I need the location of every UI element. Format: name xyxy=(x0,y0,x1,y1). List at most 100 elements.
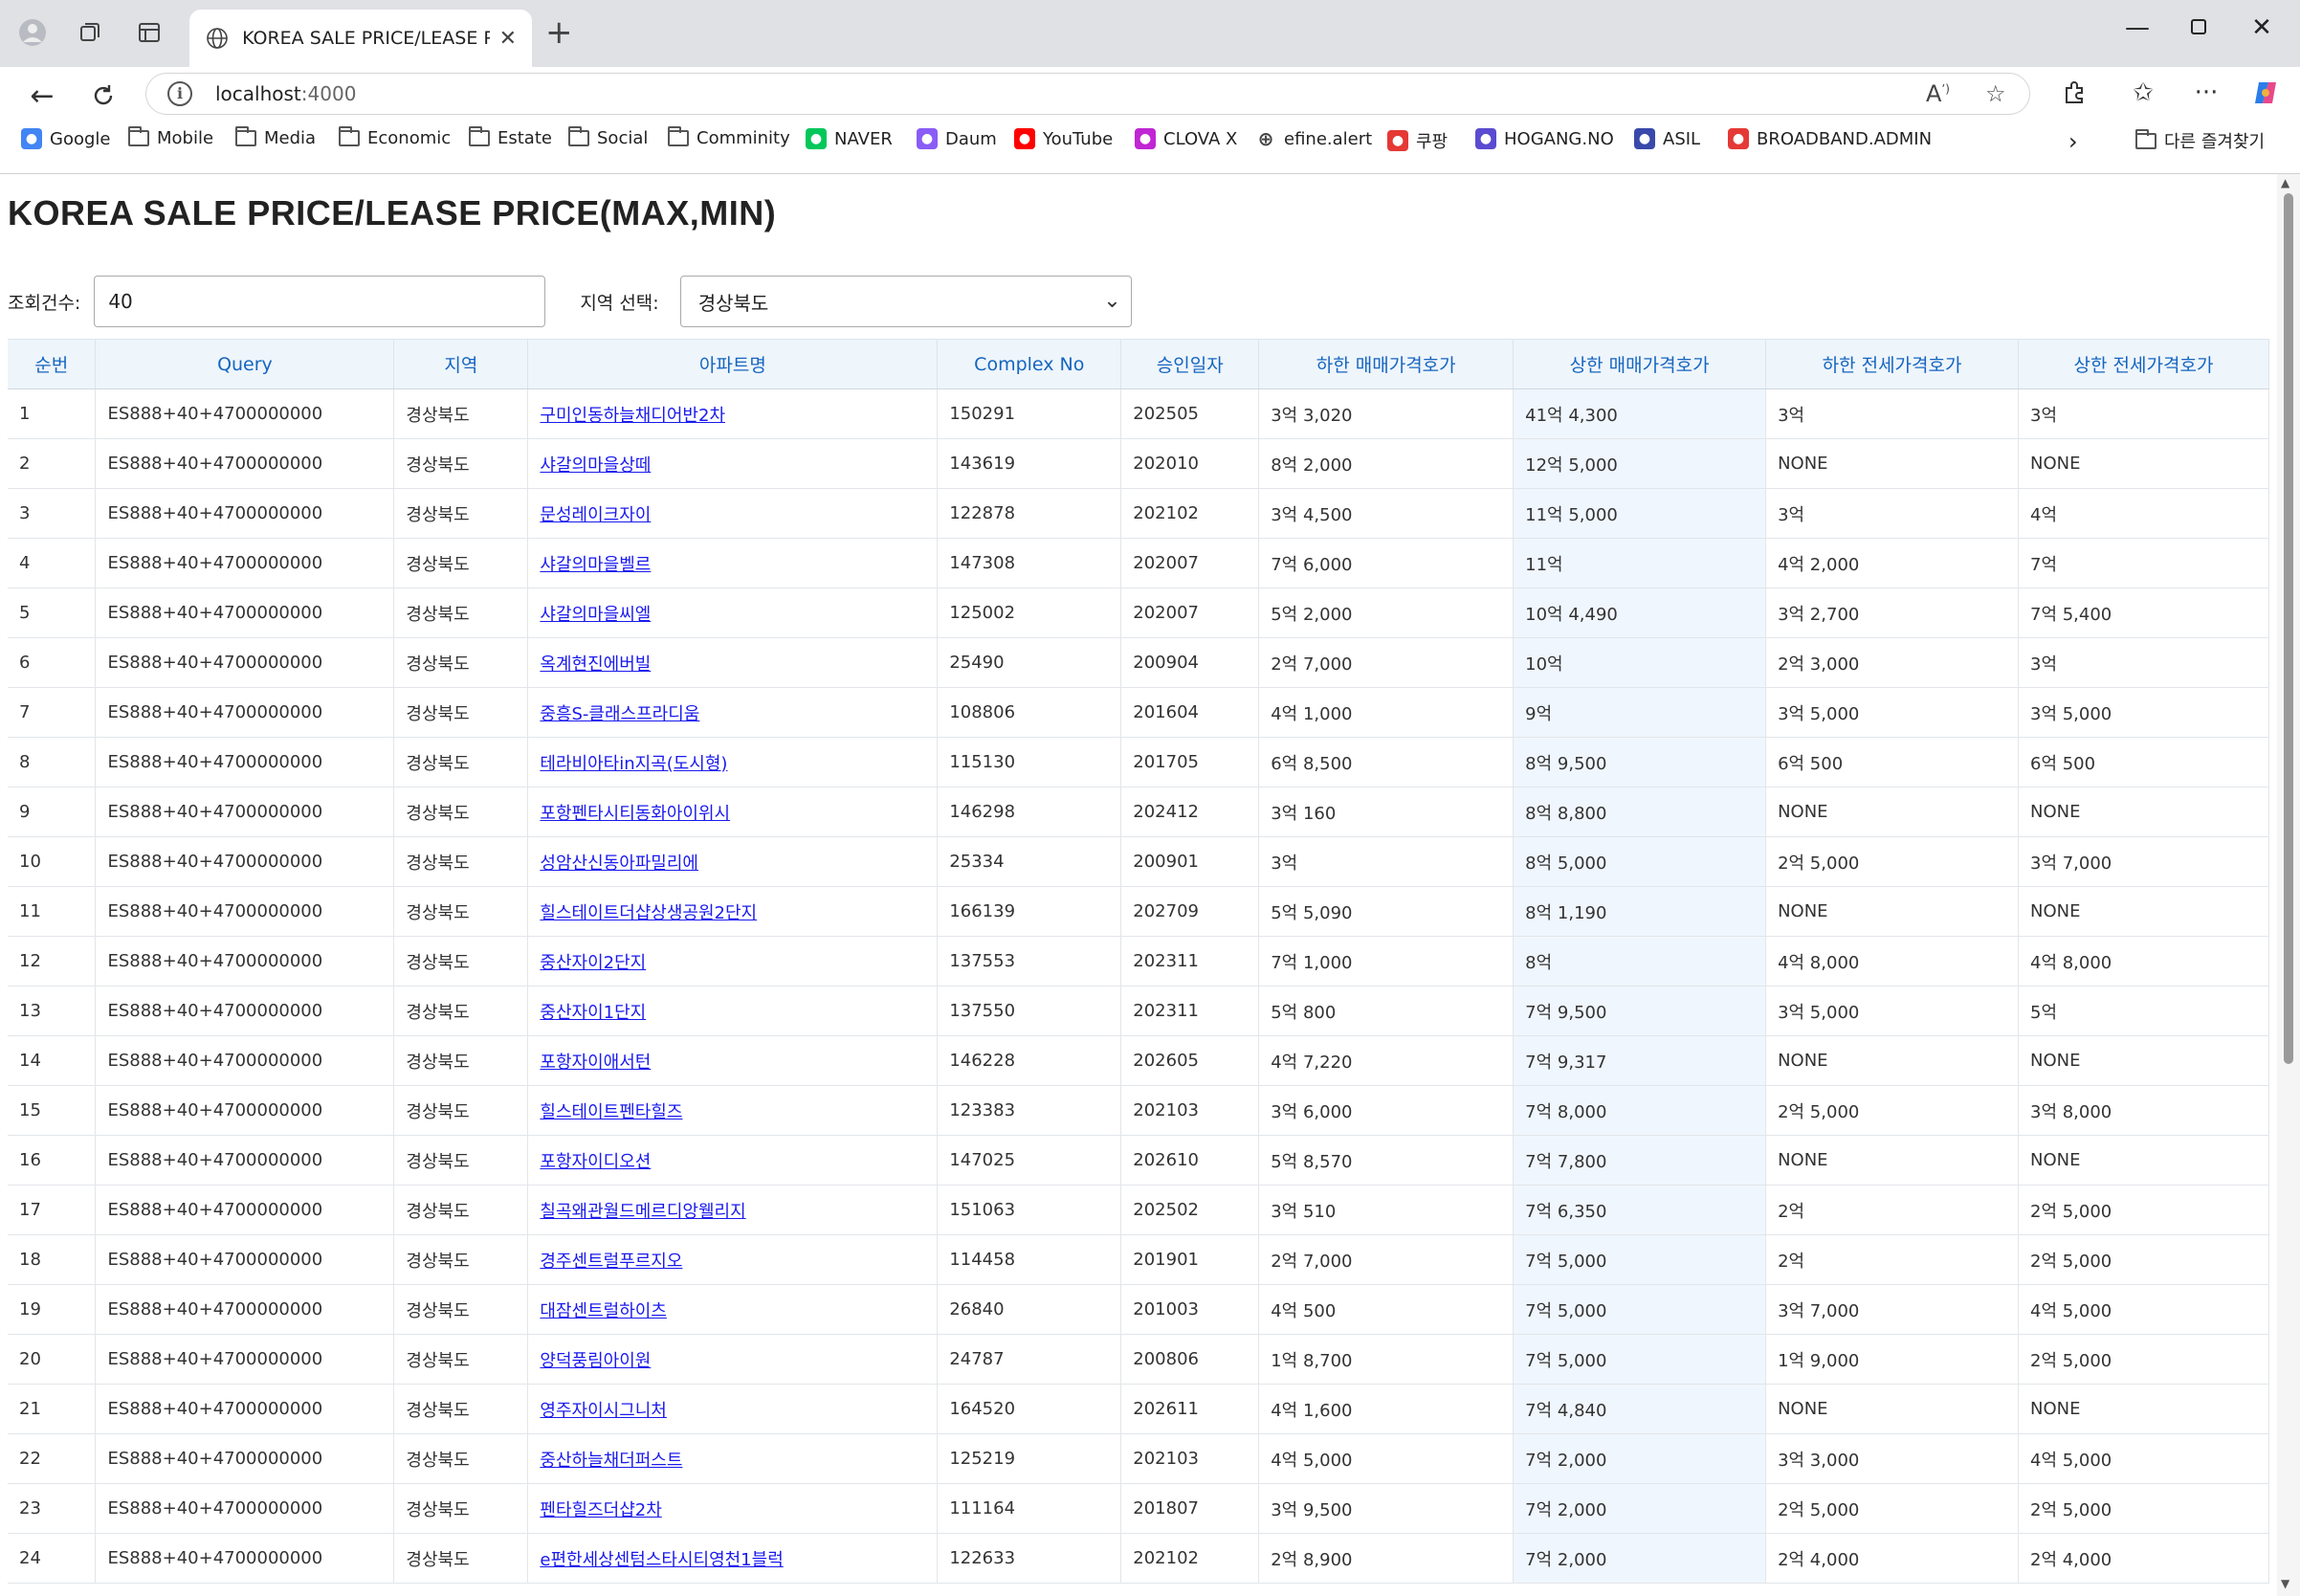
page-scrollbar[interactable]: ▲ ▼ xyxy=(2277,174,2300,1596)
bookmark-12[interactable]: ● 쿠팡 xyxy=(1387,128,1448,153)
column-header[interactable]: 하한 전세가격호가 xyxy=(1765,339,2019,389)
maximize-icon[interactable] xyxy=(2179,13,2218,42)
column-header[interactable]: 지역 xyxy=(393,339,529,389)
table-cell: 202103 xyxy=(1120,1085,1260,1136)
active-tab[interactable]: KOREA SALE PRICE/LEASE PRICE( ✕ xyxy=(189,10,532,67)
bookmark-15[interactable]: ● BROADBAND.ADMIN xyxy=(1728,128,1932,149)
apartment-link[interactable]: 옥계현진에버빌 xyxy=(540,654,651,675)
region-select[interactable]: 경상북도 ⌄ xyxy=(679,276,1132,327)
bookmark-10[interactable]: ● CLOVA X xyxy=(1135,128,1237,149)
close-window-icon[interactable]: ✕ xyxy=(2243,13,2281,42)
bookmark-3[interactable]: Economic xyxy=(339,126,451,148)
column-header[interactable]: 상한 전세가격호가 xyxy=(2018,339,2269,389)
column-header[interactable]: Complex No xyxy=(937,339,1122,389)
apartment-link[interactable]: 힐스테이트더샵상생공원2단지 xyxy=(540,903,757,923)
table-cell: ES888+40+4700000000 xyxy=(95,388,395,439)
apartment-link[interactable]: 펜타힐즈더샵2차 xyxy=(540,1500,661,1520)
bookmark-9[interactable]: ● YouTube xyxy=(1014,128,1113,149)
bookmark-2[interactable]: Media xyxy=(235,126,316,148)
bookmark-14[interactable]: ● ASIL xyxy=(1634,128,1700,149)
apartment-link[interactable]: 샤갈의마을상떼 xyxy=(540,455,651,476)
table-cell: 3억 xyxy=(2018,637,2269,688)
apartment-link[interactable]: 경주센트럴푸르지오 xyxy=(540,1252,682,1272)
bookmark-label: efine.alert xyxy=(1284,128,1373,149)
apartment-link[interactable]: 문성레이크자이 xyxy=(540,505,651,525)
apartment-link[interactable]: 힐스테이트펜타힐즈 xyxy=(540,1102,682,1122)
column-header[interactable]: 아파트명 xyxy=(527,339,939,389)
apartment-link[interactable]: 중흥S-클래스프라디움 xyxy=(540,704,699,724)
bookmark-7[interactable]: ● NAVER xyxy=(806,128,893,149)
back-icon[interactable]: ← xyxy=(21,75,63,117)
bookmark-1[interactable]: Mobile xyxy=(128,126,213,148)
address-bar[interactable]: i localhost:4000 Aʼ) ☆ xyxy=(145,73,2030,115)
apartment-link[interactable]: e편한세상센텀스타시티영천1블럭 xyxy=(540,1550,783,1570)
apartment-link[interactable]: 포항펜타시티동화아이위시 xyxy=(540,804,730,824)
vertical-tabs-icon[interactable] xyxy=(132,15,166,50)
bookmark-13[interactable]: ● HOGANG.NO xyxy=(1475,128,1614,149)
bookmark-6[interactable]: Comminity xyxy=(668,126,790,148)
apartment-link[interactable]: 중산하늘채더퍼스트 xyxy=(540,1451,682,1471)
bookmark-5[interactable]: Social xyxy=(568,126,648,148)
clova-icon: ● xyxy=(1135,128,1156,149)
column-header[interactable]: 승인일자 xyxy=(1120,339,1260,389)
copilot-icon[interactable] xyxy=(2246,78,2285,114)
apartment-link[interactable]: 칠곡왜관월드메르디앙웰리지 xyxy=(540,1202,745,1222)
apartment-link[interactable]: 양덕풍림아이원 xyxy=(540,1351,651,1371)
apartment-link[interactable]: 영주자이시그니처 xyxy=(540,1401,666,1421)
table-cell: 202311 xyxy=(1120,986,1260,1036)
collections-icon[interactable] xyxy=(73,15,107,50)
table-cell: 2억 5,000 xyxy=(1765,1085,2019,1136)
table-row: 12 ES888+40+4700000000 경상북도 중산자이2단지 137553 20… xyxy=(8,936,2269,986)
table-cell: ES888+40+4700000000 xyxy=(95,737,395,787)
table-cell: ES888+40+4700000000 xyxy=(95,488,395,539)
more-menu-icon[interactable]: ··· xyxy=(2187,78,2225,107)
scroll-up-icon[interactable]: ▲ xyxy=(2281,176,2289,189)
hogang-icon: ● xyxy=(1475,128,1496,149)
bookmark-8[interactable]: ● Daum xyxy=(917,128,997,149)
table-row: 3 ES888+40+4700000000 경상북도 문성레이크자이 122878 202… xyxy=(8,488,2269,539)
bookmark-label: 쿠팡 xyxy=(1416,132,1449,152)
apartment-link[interactable]: 포항자이애서턴 xyxy=(540,1053,651,1073)
column-header[interactable]: 순번 xyxy=(8,339,97,389)
table-cell: 문성레이크자이 xyxy=(527,488,939,539)
table-cell: 경상북도 xyxy=(393,637,529,688)
page-content: KOREA SALE PRICE/LEASE PRICE(MAX,MIN) 조회… xyxy=(0,174,2277,1596)
apartment-link[interactable]: 구미인동하늘채디어반2차 xyxy=(540,406,725,426)
other-bookmarks[interactable]: 다른 즐겨찾기 xyxy=(2135,128,2265,153)
read-aloud-icon[interactable]: Aʼ) xyxy=(1926,80,1950,107)
favorites-icon[interactable]: ✩ xyxy=(2124,78,2162,107)
table-cell: 146228 xyxy=(937,1035,1122,1086)
refresh-icon[interactable] xyxy=(82,75,124,117)
apartment-link[interactable]: 샤갈의마을벨르 xyxy=(540,555,651,575)
apartment-link[interactable]: 샤갈의마을씨엘 xyxy=(540,605,651,625)
column-header[interactable]: 하한 매매가격호가 xyxy=(1258,339,1515,389)
bookmark-11[interactable]: ⊕ efine.alert xyxy=(1255,127,1373,150)
table-cell: 4 xyxy=(8,538,97,588)
minimize-icon[interactable]: — xyxy=(2118,13,2156,42)
table-cell: ES888+40+4700000000 xyxy=(95,438,395,489)
new-tab-icon[interactable]: + xyxy=(545,16,573,49)
close-tab-icon[interactable]: ✕ xyxy=(499,27,517,51)
count-input[interactable] xyxy=(94,276,546,327)
column-header[interactable]: Query xyxy=(95,339,395,389)
bookmark-label: ASIL xyxy=(1663,128,1701,149)
apartment-link[interactable]: 대잠센트럴하이츠 xyxy=(540,1301,666,1321)
apartment-link[interactable]: 성암산신동아파밀리에 xyxy=(540,853,698,874)
apartment-link[interactable]: 중산자이2단지 xyxy=(540,953,646,973)
table-cell: 4억 1,000 xyxy=(1258,687,1515,738)
favorite-star-icon[interactable]: ☆ xyxy=(1985,80,2006,107)
site-info-icon[interactable]: i xyxy=(167,81,192,106)
apartment-link[interactable]: 포항자이디오션 xyxy=(540,1152,651,1172)
bookmark-0[interactable]: ● Google xyxy=(21,128,110,149)
apartment-link[interactable]: 테라비아타in지곡(도시형) xyxy=(540,754,727,774)
column-header[interactable]: 상한 매매가격호가 xyxy=(1513,339,1767,389)
scroll-down-icon[interactable]: ▼ xyxy=(2281,1577,2289,1590)
scrollbar-thumb[interactable] xyxy=(2284,193,2293,1064)
table-cell: 11 xyxy=(8,886,97,937)
extensions-icon[interactable] xyxy=(2055,78,2093,112)
bookmark-4[interactable]: Estate xyxy=(469,126,552,148)
bookmarks-more-icon[interactable]: › xyxy=(2068,128,2078,155)
apartment-link[interactable]: 중산자이1단지 xyxy=(540,1003,646,1023)
table-cell: 115130 xyxy=(937,737,1122,787)
profile-icon[interactable] xyxy=(15,15,50,50)
